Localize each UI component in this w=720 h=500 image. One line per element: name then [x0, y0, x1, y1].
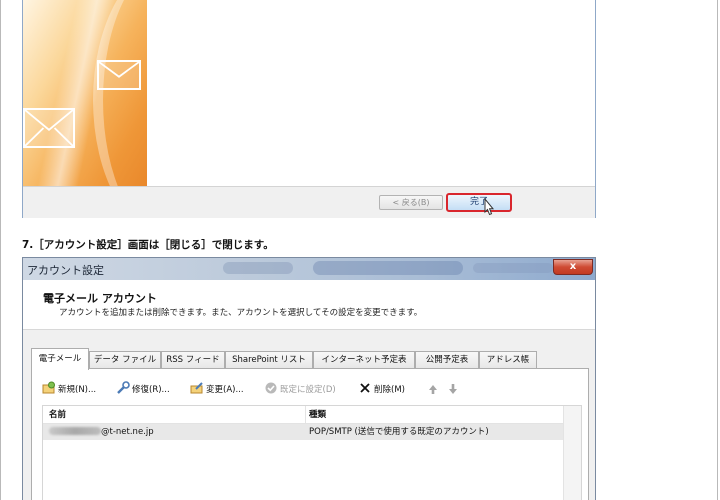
new-account-button[interactable]: 新規(N)...: [42, 381, 96, 397]
change-label: 変更(A)...: [206, 385, 244, 395]
arrow-down-icon[interactable]: [448, 383, 458, 395]
wizard-window: < 戻る(B) 完了: [22, 0, 596, 218]
delete-button[interactable]: 削除(M): [358, 381, 405, 397]
change-icon: [190, 382, 203, 394]
tab-internet-calendars[interactable]: インターネット予定表: [313, 351, 415, 369]
finish-button[interactable]: 完了: [446, 193, 512, 212]
new-account-label: 新規(N)...: [58, 385, 97, 395]
envelope-icon: [97, 60, 141, 90]
page-edge-left: [0, 0, 1, 500]
account-type-cell: POP/SMTP (送信で使用する既定のアカウント): [309, 427, 489, 437]
account-list: 名前 種類 @t-net.ne.jp POP/SMTP (送信で使用する既定のア…: [42, 405, 582, 500]
delete-icon: [360, 383, 370, 393]
tab-rss-feeds[interactable]: RSS フィード: [161, 351, 225, 369]
arrow-up-icon[interactable]: [428, 383, 438, 395]
account-name-cell: @t-net.ne.jp: [49, 424, 154, 440]
account-settings-dialog: アカウント設定 x 電子メール アカウント アカウントを追加または削除できます。…: [22, 257, 596, 500]
delete-label: 削除(M): [374, 385, 405, 395]
set-default-label: 既定に設定(D): [280, 385, 336, 395]
title-bar[interactable]: アカウント設定 x: [23, 258, 595, 280]
scrollbar[interactable]: [563, 406, 581, 500]
column-type[interactable]: 種類: [307, 406, 326, 424]
envelope-icon: [23, 108, 75, 148]
mouse-cursor-icon: [484, 197, 495, 216]
tab-data-files[interactable]: データ ファイル: [89, 351, 161, 369]
repair-icon: [117, 381, 130, 394]
checkmark-icon: [265, 382, 277, 394]
change-button[interactable]: 変更(A)...: [190, 381, 244, 397]
redacted-email: [49, 427, 101, 435]
account-email-suffix: @t-net.ne.jp: [101, 427, 154, 437]
page-edge-right: [717, 0, 718, 500]
tab-email[interactable]: 電子メール: [31, 348, 89, 370]
wizard-footer: < 戻る(B) 完了: [23, 187, 595, 218]
repair-button[interactable]: 修復(R)...: [116, 381, 170, 397]
header-title: 電子メール アカウント: [43, 292, 157, 305]
step-caption: 7.［アカウント設定］画面は［閉じる］で閉じます。: [22, 239, 274, 251]
tab-address-books[interactable]: アドレス帳: [479, 351, 537, 369]
repair-label: 修復(R)...: [132, 385, 170, 395]
close-button[interactable]: x: [553, 259, 593, 275]
tab-published-calendars[interactable]: 公開予定表: [415, 351, 479, 369]
wizard-banner-image: [23, 0, 147, 186]
header-panel: 電子メール アカウント アカウントを追加または削除できます。また、アカウントを選…: [23, 280, 595, 330]
set-default-button[interactable]: 既定に設定(D): [264, 381, 336, 397]
new-account-icon: [42, 381, 55, 394]
window-title: アカウント設定: [27, 264, 104, 277]
tab-sharepoint-lists[interactable]: SharePoint リスト: [225, 351, 313, 369]
back-button[interactable]: < 戻る(B): [379, 195, 443, 210]
header-description: アカウントを追加または削除できます。また、アカウントを選択してその設定を変更でき…: [59, 308, 423, 318]
account-toolbar: 新規(N)... 修復(R)... 変更(A)... 既定に設定(D) 削除(M…: [42, 381, 582, 397]
column-name[interactable]: 名前: [47, 406, 66, 424]
email-tab-panel: 新規(N)... 修復(R)... 変更(A)... 既定に設定(D) 削除(M…: [31, 368, 589, 500]
tab-strip: 電子メール データ ファイル RSS フィード SharePoint リスト イ…: [31, 348, 591, 370]
account-row[interactable]: @t-net.ne.jp POP/SMTP (送信で使用する既定のアカウント): [43, 424, 563, 440]
account-list-header: 名前 種類: [43, 406, 581, 424]
